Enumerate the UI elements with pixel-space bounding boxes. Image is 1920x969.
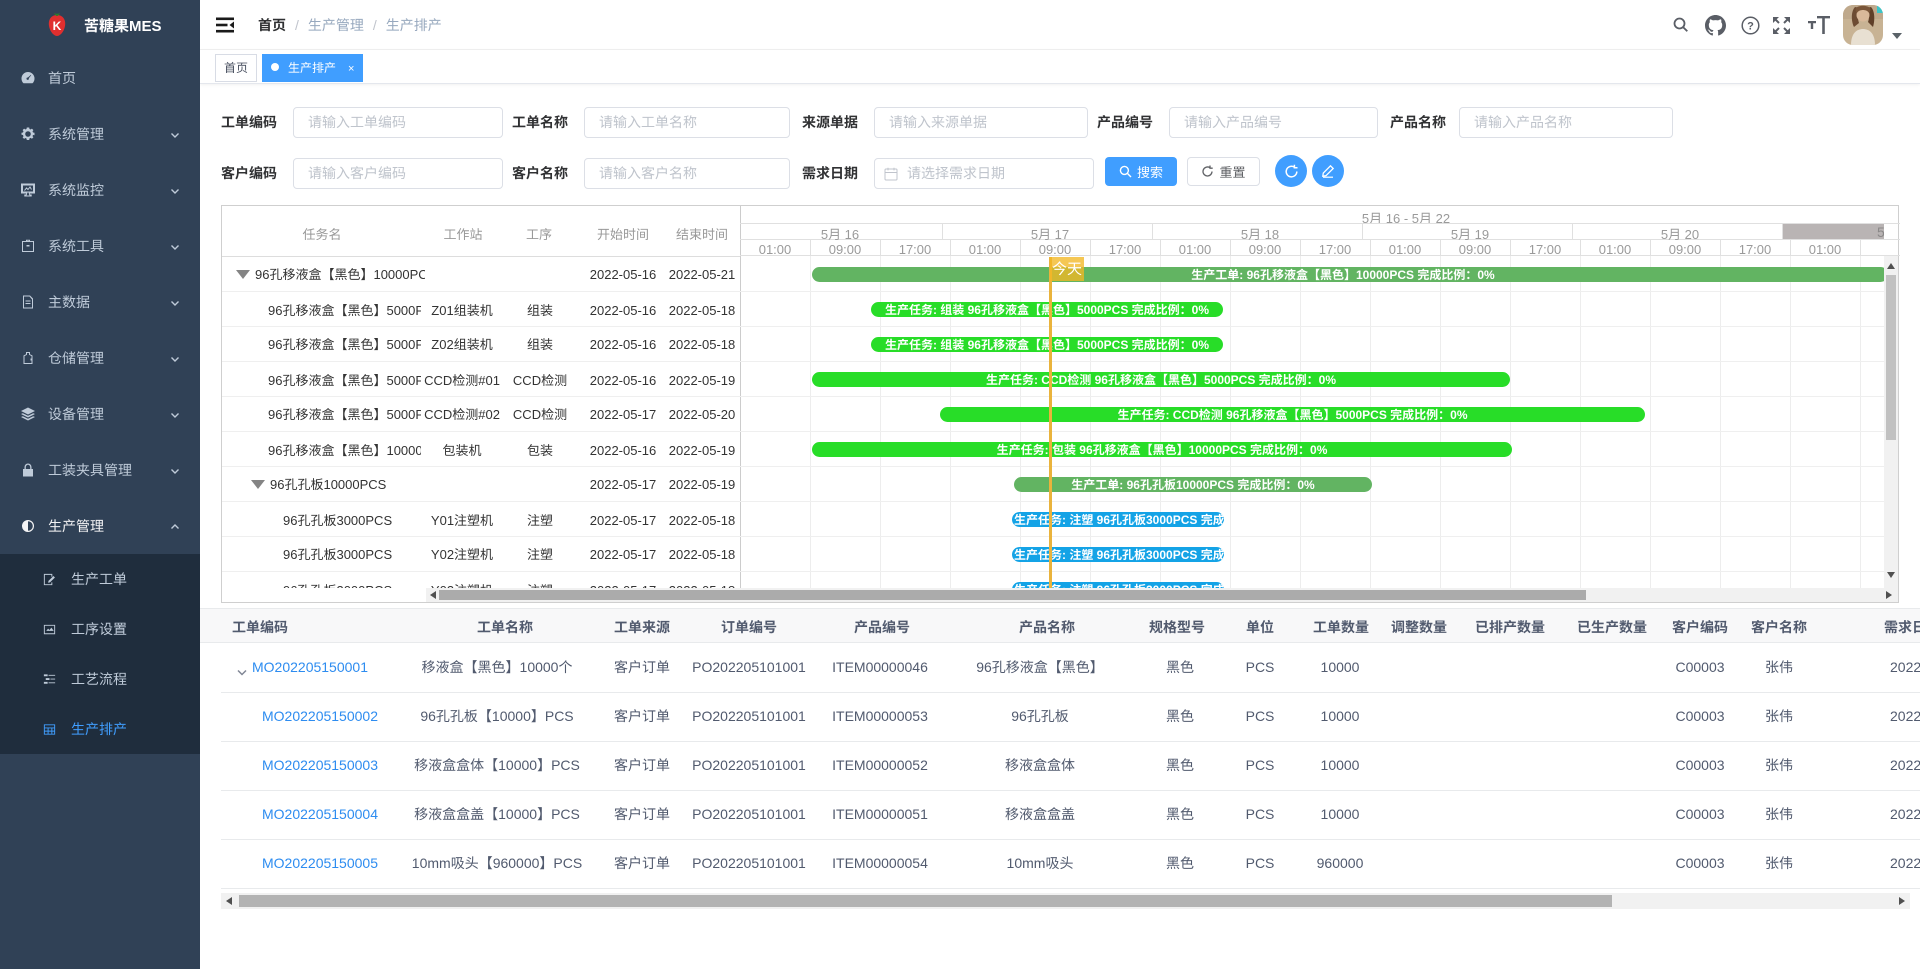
svg-text:?: ? [1747,20,1754,32]
svg-text:K: K [53,17,62,34]
